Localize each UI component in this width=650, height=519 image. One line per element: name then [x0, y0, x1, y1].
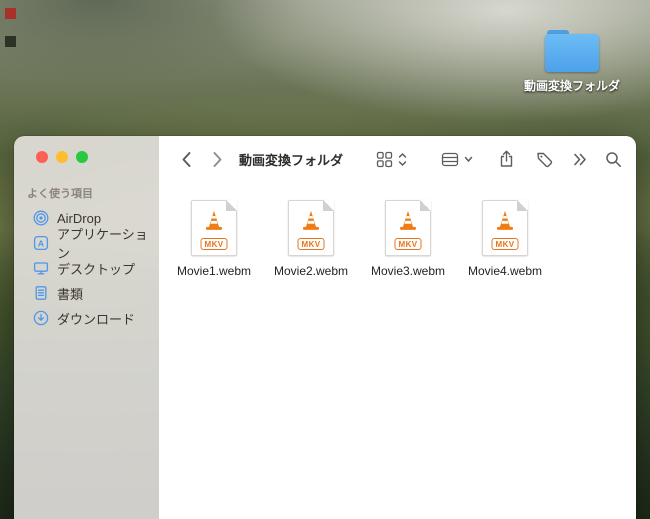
sidebar-item-documents[interactable]: 書類: [20, 281, 153, 305]
group-view-icon[interactable]: [441, 152, 459, 167]
desktop-folder[interactable]: 動画変換フォルダ: [516, 30, 628, 94]
file-name: Movie3.webm: [370, 264, 446, 278]
downloads-icon: [33, 310, 49, 326]
documents-icon: [33, 285, 49, 301]
file-type-badge: MKV: [297, 238, 325, 250]
chevron-down-icon[interactable]: [464, 156, 473, 163]
svg-text:A: A: [38, 238, 44, 248]
file-type-badge: MKV: [394, 238, 422, 250]
double-chevron-right-icon[interactable]: [573, 153, 587, 166]
grid-view-icon[interactable]: [376, 151, 393, 168]
toolbar: 動画変換フォルダ: [159, 136, 636, 182]
sidebar-item-downloads[interactable]: ダウンロード: [20, 306, 153, 330]
chevrons-up-down-icon[interactable]: [398, 152, 407, 167]
file-name: Movie1.webm: [176, 264, 252, 278]
page-fold: [323, 200, 334, 211]
sidebar-item-applications[interactable]: A アプリケーション: [20, 227, 153, 261]
file-type-badge: MKV: [491, 238, 519, 250]
tag-icon[interactable]: [536, 151, 553, 168]
file-type-badge: MKV: [200, 238, 228, 250]
page-fold: [420, 200, 431, 211]
share-icon[interactable]: [499, 150, 514, 168]
wallpaper-detail: [5, 36, 16, 47]
page-fold: [517, 200, 528, 211]
wallpaper-detail: [5, 8, 16, 19]
file-item[interactable]: MKV Movie4.webm: [467, 200, 543, 278]
sidebar-item-label: ダウンロード: [57, 311, 136, 327]
vlc-cone-icon: [496, 210, 514, 230]
forward-button[interactable]: [212, 151, 223, 168]
desktop-folder-label: 動画変換フォルダ: [523, 79, 620, 93]
folder-icon[interactable]: [545, 30, 599, 72]
folder-body: [545, 34, 599, 72]
sidebar-section-label: よく使う項目: [27, 188, 93, 200]
sidebar-item-label: デスクトップ: [57, 261, 136, 277]
page-fold: [226, 200, 237, 211]
desktop-icon: [33, 260, 49, 276]
main-pane: 動画変換フォルダ MKV Movie1.webm MKV Movie2.webm…: [159, 136, 636, 519]
sidebar-item-desktop[interactable]: デスクトップ: [20, 256, 153, 280]
minimize-button[interactable]: [56, 151, 68, 163]
file-name: Movie2.webm: [273, 264, 349, 278]
airdrop-icon: [33, 210, 49, 226]
vlc-mkv-file-icon: MKV: [288, 200, 334, 256]
file-item[interactable]: MKV Movie2.webm: [273, 200, 349, 278]
sidebar-item-label: アプリケーション: [57, 227, 148, 261]
close-button[interactable]: [36, 151, 48, 163]
vlc-cone-icon: [399, 210, 417, 230]
file-grid: MKV Movie1.webm MKV Movie2.webm MKV Movi…: [159, 182, 636, 519]
vlc-cone-icon: [302, 210, 320, 230]
file-item[interactable]: MKV Movie1.webm: [176, 200, 252, 278]
search-icon[interactable]: [605, 151, 622, 168]
applications-icon: A: [33, 235, 49, 251]
window-title: 動画変換フォルダ: [239, 152, 344, 168]
zoom-button[interactable]: [76, 151, 88, 163]
vlc-cone-icon: [205, 210, 223, 230]
window-controls: [14, 151, 159, 163]
vlc-mkv-file-icon: MKV: [482, 200, 528, 256]
file-name: Movie4.webm: [467, 264, 543, 278]
vlc-mkv-file-icon: MKV: [385, 200, 431, 256]
sidebar-item-label: 書類: [57, 286, 84, 302]
vlc-mkv-file-icon: MKV: [191, 200, 237, 256]
back-button[interactable]: [181, 151, 192, 168]
finder-window: よく使う項目 AirDrop A アプリケーション デスクトップ 書類 ダウンロ…: [14, 136, 636, 519]
file-item[interactable]: MKV Movie3.webm: [370, 200, 446, 278]
sidebar: よく使う項目 AirDrop A アプリケーション デスクトップ 書類 ダウンロ…: [14, 136, 159, 519]
